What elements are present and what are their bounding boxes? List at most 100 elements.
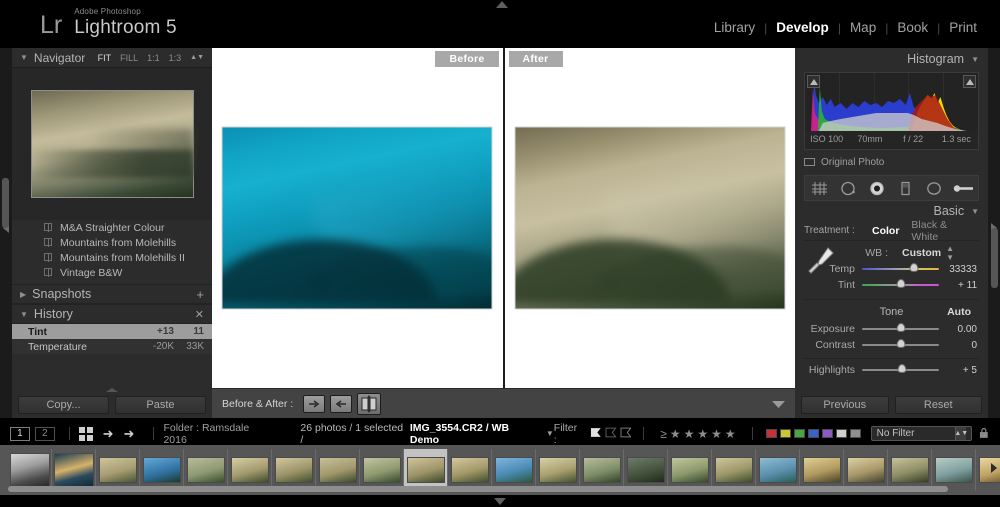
previous-button[interactable]: Previous <box>801 396 889 414</box>
navigator-mode-fit[interactable]: FIT <box>98 53 112 63</box>
original-photo-row[interactable]: Original Photo <box>804 154 979 170</box>
exposure-value[interactable]: 0.00 <box>939 324 979 335</box>
right-panel-collapse-strip[interactable] <box>988 48 1000 418</box>
clear-history-button[interactable]: ✕ <box>195 308 204 321</box>
filmstrip-thumbnail[interactable] <box>184 449 228 491</box>
add-snapshot-button[interactable]: + <box>196 287 204 302</box>
highlight-clipping-indicator[interactable] <box>963 75 976 88</box>
white-balance-eyedropper-icon[interactable] <box>806 245 836 277</box>
highlights-value[interactable]: + 5 <box>939 365 979 376</box>
filmstrip-thumbnail[interactable] <box>96 449 140 491</box>
module-library[interactable]: Library <box>705 20 764 35</box>
contrast-value[interactable]: 0 <box>939 340 979 351</box>
after-pane[interactable]: After <box>504 48 795 388</box>
tint-slider-knob[interactable] <box>896 279 905 288</box>
file-dropdown-icon[interactable]: ▼ <box>546 429 554 438</box>
navigator-zoom-caret-icon[interactable]: ▲▼ <box>190 54 204 61</box>
filmstrip-thumbnail[interactable] <box>448 449 492 491</box>
highlights-slider-track[interactable] <box>862 364 939 375</box>
filmstrip-thumbnail[interactable] <box>888 449 932 491</box>
swap-before-and-after-icon[interactable] <box>357 392 382 415</box>
filmstrip-thumbnail[interactable] <box>360 449 404 491</box>
filmstrip-thumbnail[interactable] <box>316 449 360 491</box>
exposure-slider-row[interactable]: Exposure 0.00 <box>804 321 979 337</box>
star-3-icon[interactable]: ★ <box>697 427 708 441</box>
filter-lock-icon[interactable] <box>978 427 990 440</box>
histogram-header[interactable]: Histogram ▼ <box>795 48 988 70</box>
highlights-slider-knob[interactable] <box>897 364 907 373</box>
history-row[interactable]: Tint +13 11 <box>12 324 212 339</box>
crop-overlay-icon[interactable] <box>808 179 830 197</box>
navigator-mode-1-1[interactable]: 1:1 <box>147 53 160 63</box>
right-panel-scrollbar[interactable] <box>991 228 998 288</box>
preset-item[interactable]: Mountains from Molehills <box>12 235 212 250</box>
shadow-clipping-indicator[interactable] <box>807 75 820 88</box>
top-panel-toggle-icon[interactable] <box>496 1 508 8</box>
paste-settings-button[interactable]: Paste <box>115 396 206 414</box>
history-row[interactable]: Temperature -20K 33K <box>12 339 212 354</box>
toolbar-caret-icon[interactable] <box>772 400 785 408</box>
filmstrip-thumbnail[interactable] <box>712 449 756 491</box>
module-develop[interactable]: Develop <box>767 20 838 35</box>
contrast-slider-row[interactable]: Contrast 0 <box>804 337 979 353</box>
filmstrip-thumbnail[interactable] <box>228 449 272 491</box>
filmstrip-thumbnail[interactable] <box>624 449 668 491</box>
snapshots-header[interactable]: ▶ Snapshots + <box>12 284 212 304</box>
auto-tone-button[interactable]: Auto <box>947 306 971 318</box>
star-5-icon[interactable]: ★ <box>725 427 736 441</box>
exposure-slider-knob[interactable] <box>896 323 905 332</box>
red-eye-correction-icon[interactable] <box>866 179 888 197</box>
module-book[interactable]: Book <box>888 20 937 35</box>
color-label-white[interactable] <box>835 429 847 438</box>
preset-item[interactable]: M&A Straighter Colour <box>12 220 212 235</box>
filmstrip-thumbnail[interactable] <box>52 449 96 491</box>
exposure-slider-track[interactable] <box>862 323 939 334</box>
flag-rejected-icon[interactable] <box>620 427 632 440</box>
color-label-red[interactable] <box>765 429 777 438</box>
navigator-preview[interactable] <box>12 68 212 220</box>
tint-value[interactable]: + 11 <box>939 280 979 291</box>
next-photo-icon[interactable]: ➜ <box>124 426 135 442</box>
filmstrip-thumbnail[interactable] <box>668 449 712 491</box>
copy-after-settings-to-before-icon[interactable] <box>330 394 353 413</box>
filmstrip[interactable] <box>0 445 1000 495</box>
history-twisty-icon[interactable]: ▼ <box>20 310 28 319</box>
wb-dropdown-icon[interactable]: ▲ ▼ <box>946 244 954 262</box>
left-panel-scrollbar[interactable] <box>2 178 9 228</box>
copy-settings-button[interactable]: Copy... <box>18 396 109 414</box>
flag-picked-icon[interactable] <box>590 427 602 440</box>
color-label-green[interactable] <box>793 429 805 438</box>
filmstrip-thumbnail[interactable] <box>492 449 536 491</box>
filmstrip-thumbnail[interactable] <box>800 449 844 491</box>
filmstrip-thumbnail[interactable] <box>272 449 316 491</box>
before-pane[interactable]: Before <box>212 48 505 388</box>
treatment-option-black-and-white[interactable]: Black & White <box>905 219 979 243</box>
view-preset-1-button[interactable]: 1 <box>10 426 30 441</box>
previous-photo-icon[interactable]: ➜ <box>103 426 114 442</box>
histogram-panel[interactable]: ISO 100 70mm f / 22 1.3 sec <box>804 72 979 150</box>
treatment-option-color[interactable]: Color <box>866 225 905 237</box>
reset-button[interactable]: Reset <box>894 396 982 414</box>
filter-preset-caret-icon[interactable]: ▲▼ <box>954 427 968 440</box>
star-1-icon[interactable]: ★ <box>670 427 681 441</box>
left-panel-collapse-strip[interactable] <box>0 48 12 418</box>
filmstrip-thumbnail[interactable] <box>932 449 976 491</box>
tint-slider-row[interactable]: Tint + 11 <box>804 277 979 293</box>
view-preset-2-button[interactable]: 2 <box>34 426 55 441</box>
tint-slider-track[interactable] <box>862 279 939 290</box>
adjustment-brush-icon[interactable] <box>953 179 975 197</box>
highlights-slider-row[interactable]: Highlights + 5 <box>804 362 979 378</box>
filmstrip-thumbnail-selected[interactable] <box>404 449 448 491</box>
filmstrip-thumbnail[interactable] <box>844 449 888 491</box>
preset-item[interactable]: Vintage B&W <box>12 265 212 280</box>
wb-value[interactable]: Custom <box>902 247 941 259</box>
filmstrip-next-arrow-icon[interactable] <box>991 463 997 473</box>
graduated-filter-icon[interactable] <box>895 179 917 197</box>
navigator-twisty-icon[interactable]: ▼ <box>20 53 28 62</box>
after-photo[interactable] <box>514 126 786 310</box>
temp-slider-knob[interactable] <box>909 263 919 272</box>
navigator-mode-1-3[interactable]: 1:3 <box>169 53 182 63</box>
filmstrip-thumbnail[interactable] <box>8 449 52 491</box>
contrast-slider-track[interactable] <box>862 339 939 350</box>
copy-before-settings-to-after-icon[interactable] <box>303 394 326 413</box>
